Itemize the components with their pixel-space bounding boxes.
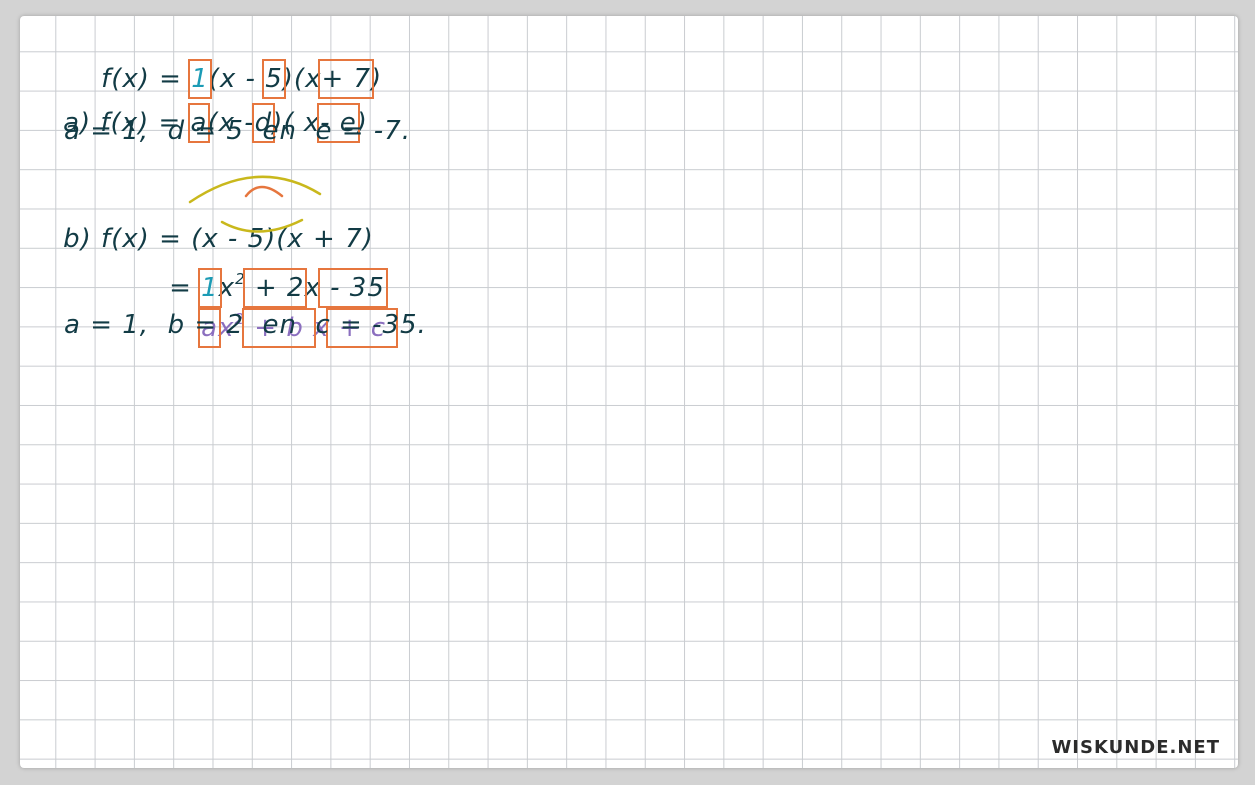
closing-paren: ) <box>371 64 383 94</box>
line-b-result: a = 1, b = 2 en c = -35. <box>64 310 427 340</box>
line-a-result: a = 1, d = 5 en e = -7. <box>64 116 411 146</box>
part-label: b) <box>63 224 92 254</box>
brand-logo: WISKUNDE.NET <box>1051 737 1220 758</box>
whiteboard: f(x) = 1(x - 5)(x+ 7) a) f(x) = a(x -d)(… <box>20 16 1238 768</box>
